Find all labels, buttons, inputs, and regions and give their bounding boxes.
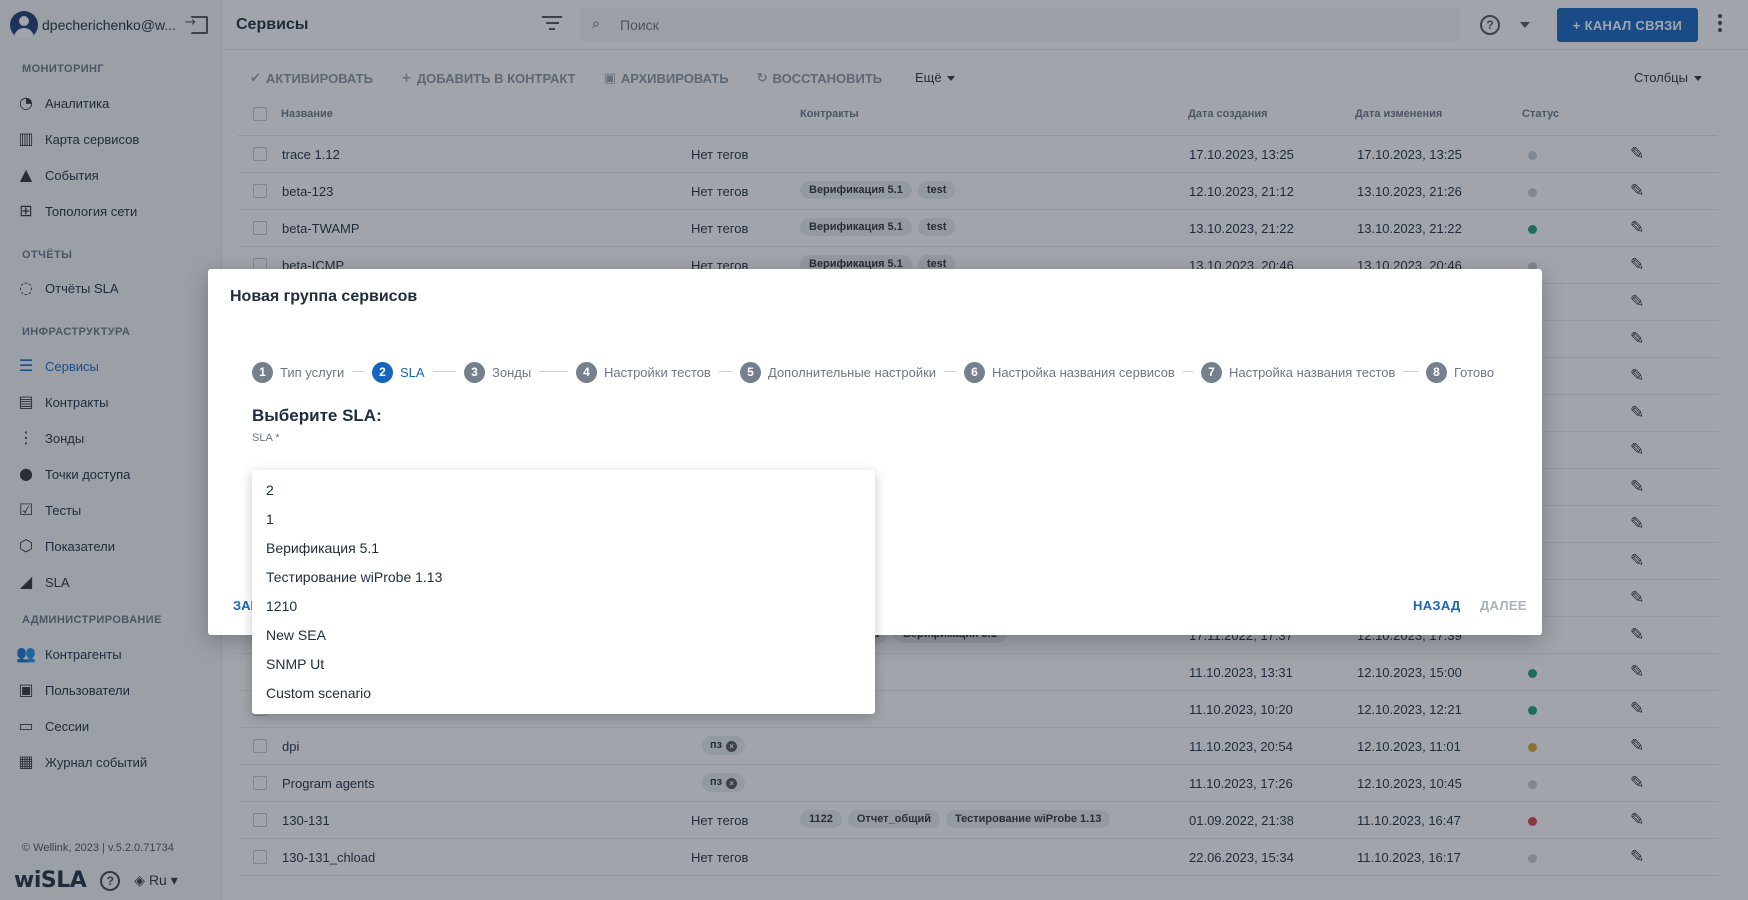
step-number: 2	[372, 361, 393, 383]
step-number: 4	[576, 361, 597, 383]
step-number: 8	[1426, 361, 1447, 383]
step-number: 7	[1201, 361, 1222, 383]
step-8[interactable]: 8 Готово	[1426, 361, 1494, 383]
step-3[interactable]: 3 Зонды	[464, 361, 531, 383]
sla-option[interactable]: Custom scenario	[252, 679, 875, 708]
step-connector	[1403, 371, 1418, 372]
step-2[interactable]: 2 SLA	[372, 361, 425, 383]
sla-option[interactable]: Тестирование wiProbe 1.13	[252, 563, 875, 592]
step-label: Зонды	[492, 364, 532, 380]
step-5[interactable]: 5 Дополнительные настройки	[740, 361, 936, 383]
step-label: Настройка названия сервисов	[992, 364, 1175, 380]
step-connector	[719, 371, 732, 372]
sla-option[interactable]: 1210	[252, 592, 875, 621]
step-label: SLA	[400, 364, 425, 380]
step-connector	[433, 371, 456, 372]
step-label: Тип услуги	[280, 364, 345, 380]
step-connector	[352, 371, 364, 372]
sla-option[interactable]: New SEA	[252, 621, 875, 650]
step-number: 3	[464, 361, 485, 383]
step-number: 6	[964, 361, 985, 383]
step-connector	[539, 371, 568, 372]
step-label: Настройка названия тестов	[1229, 364, 1396, 380]
sla-dropdown-menu: 2 1 Верификация 5.1 Тестирование wiProbe 1.…	[252, 470, 875, 714]
step-6[interactable]: 6 Настройка названия сервисов	[964, 361, 1175, 383]
step-label: Настройки тестов	[604, 364, 711, 380]
sla-option[interactable]: 2	[252, 476, 875, 505]
choose-sla-heading: Выберите SLA:	[252, 406, 382, 425]
sla-option[interactable]: 1	[252, 505, 875, 534]
sla-field-label: SLA *	[252, 432, 280, 444]
step-label: Дополнительные настройки	[768, 364, 937, 380]
step-connector	[944, 371, 956, 372]
sla-option[interactable]: Верификация 5.1	[252, 534, 875, 563]
stepper: 1 Тип услуги 2 SLA 3 Зонды 4 Настройки тестов 5 Д…	[252, 361, 1532, 383]
step-label: Готово	[1454, 364, 1495, 380]
step-4[interactable]: 4 Настройки тестов	[576, 361, 711, 383]
next-button[interactable]: ДАЛЕЕ	[1480, 598, 1527, 613]
modal-title: Новая группа сервисов	[230, 288, 418, 305]
sla-option[interactable]: SNMP Ut	[252, 650, 875, 679]
step-number: 5	[740, 361, 761, 383]
step-1[interactable]: 1 Тип услуги	[252, 361, 344, 383]
step-number: 1	[252, 361, 273, 383]
back-button[interactable]: НАЗАД	[1413, 598, 1461, 613]
step-connector	[1183, 371, 1193, 372]
step-7[interactable]: 7 Настройка названия тестов	[1201, 361, 1395, 383]
